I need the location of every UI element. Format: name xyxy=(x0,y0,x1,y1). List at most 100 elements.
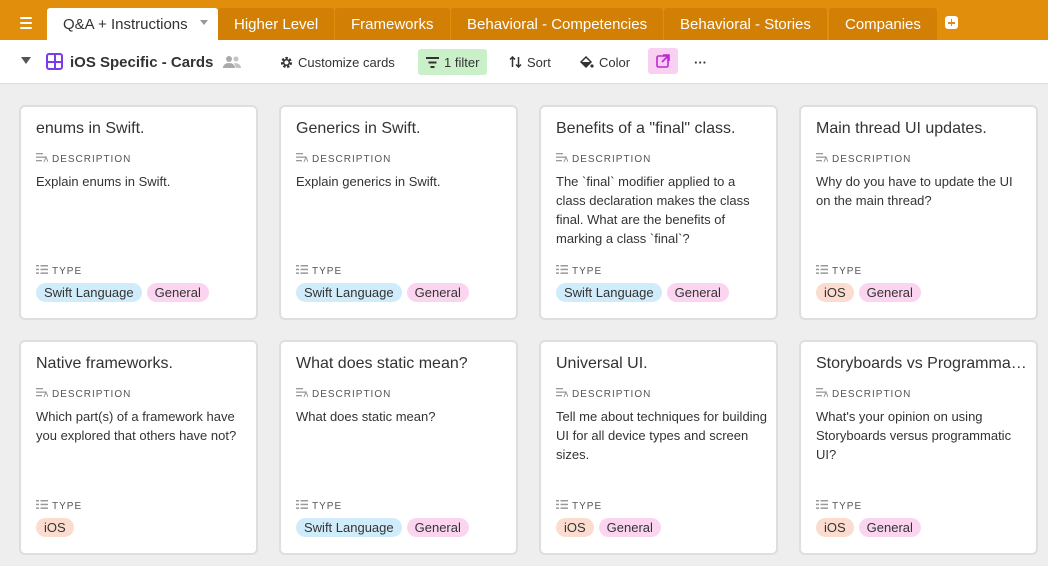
share-view-button[interactable] xyxy=(648,48,678,74)
field-label-text: TYPE xyxy=(312,265,343,277)
card-title: Generics in Swift. xyxy=(296,120,421,137)
field-label-text: DESCRIPTION xyxy=(572,388,652,400)
record-card[interactable]: Generics in Swift. DESCRIPTION Explain gen… xyxy=(279,105,518,320)
field-label-text: TYPE xyxy=(312,500,343,512)
customize-cards-button[interactable]: Customize cards xyxy=(280,40,395,84)
type-tags: iOS General xyxy=(556,518,661,537)
field-label-text: DESCRIPTION xyxy=(312,153,392,165)
more-icon: ··· xyxy=(694,54,707,70)
card-title: enums in Swift. xyxy=(36,120,145,137)
card-description: The `final` modifier applied to a class … xyxy=(556,174,750,246)
filter-label: 1 filter xyxy=(444,54,480,70)
card-title: Main thread UI updates. xyxy=(816,120,987,137)
collaborators-icon[interactable] xyxy=(222,40,242,84)
field-label-text: TYPE xyxy=(572,500,603,512)
paint-bucket-icon xyxy=(579,55,594,68)
type-tags: Swift Language General xyxy=(556,283,729,302)
long-text-icon xyxy=(816,153,832,165)
type-tag: General xyxy=(146,283,209,302)
type-tags: iOS General xyxy=(816,283,921,302)
record-card[interactable]: What does static mean? DESCRIPTION What do… xyxy=(279,340,518,555)
type-tag: iOS xyxy=(36,518,74,537)
tab-companies[interactable]: Companies xyxy=(829,8,937,40)
tab-qa-instructions[interactable]: Q&A + Instructions xyxy=(47,8,218,40)
type-tag: iOS xyxy=(556,518,594,537)
type-field-label: TYPE xyxy=(556,500,602,512)
sort-icon xyxy=(509,56,522,68)
chevron-down-icon[interactable] xyxy=(199,20,208,25)
field-label-text: TYPE xyxy=(832,265,863,277)
type-tag: General xyxy=(666,283,729,302)
more-options-button[interactable]: ··· xyxy=(694,40,707,84)
field-label-text: DESCRIPTION xyxy=(832,153,912,165)
type-field-label: TYPE xyxy=(556,265,602,277)
filter-button[interactable]: 1 filter xyxy=(418,49,488,75)
type-tags: iOS xyxy=(36,518,74,537)
add-tab-icon[interactable] xyxy=(945,16,958,29)
color-button[interactable]: Color xyxy=(579,40,630,84)
field-label-text: DESCRIPTION xyxy=(572,153,652,165)
type-field-label: TYPE xyxy=(816,265,862,277)
type-tags: Swift Language General xyxy=(296,518,469,537)
type-tag: Swift Language xyxy=(36,283,142,302)
view-switcher-chevron-icon[interactable] xyxy=(21,57,31,64)
tab-label: Frameworks xyxy=(351,15,434,33)
view-title: iOS Specific - Cards xyxy=(70,53,214,71)
hamburger-menu-icon[interactable] xyxy=(12,10,40,38)
record-card[interactable]: enums in Swift. DESCRIPTION Explain enums … xyxy=(19,105,258,320)
customize-label: Customize cards xyxy=(298,54,395,70)
type-field-label: TYPE xyxy=(36,500,82,512)
type-field-label: TYPE xyxy=(816,500,862,512)
multi-select-icon xyxy=(36,500,52,512)
field-label-text: DESCRIPTION xyxy=(52,388,132,400)
type-field-label: TYPE xyxy=(296,265,342,277)
multi-select-icon xyxy=(296,265,312,277)
record-card[interactable]: Storyboards vs Programmatic UI. DESCRIPTI… xyxy=(799,340,1038,555)
long-text-icon xyxy=(556,153,572,165)
view-name[interactable]: iOS Specific - Cards xyxy=(70,40,213,84)
type-tag: iOS xyxy=(816,283,854,302)
gear-icon xyxy=(280,56,293,68)
description-field-label: DESCRIPTION xyxy=(296,388,391,400)
tab-behavioral-competencies[interactable]: Behavioral - Competencies xyxy=(451,8,664,40)
view-toolbar: iOS Specific - Cards Customize cards 1 f… xyxy=(0,40,1048,84)
record-card[interactable]: Main thread UI updates. DESCRIPTION Why do… xyxy=(799,105,1038,320)
card-description: Tell me about techniques for building UI… xyxy=(556,409,768,462)
type-tag: General xyxy=(598,518,661,537)
tab-label: Behavioral - Stories xyxy=(680,15,811,33)
tab-frameworks[interactable]: Frameworks xyxy=(335,8,450,40)
description-field-label: DESCRIPTION xyxy=(36,388,131,400)
record-card[interactable]: Native frameworks. DESCRIPTION Which part(… xyxy=(19,340,258,555)
card-title: Native frameworks. xyxy=(36,355,173,372)
field-label-text: TYPE xyxy=(572,265,603,277)
type-tags: Swift Language General xyxy=(296,283,469,302)
sort-label: Sort xyxy=(527,54,551,70)
card-description: Why do you have to update the UI on the … xyxy=(816,174,1013,208)
long-text-icon xyxy=(36,388,52,400)
record-card[interactable]: Universal UI. DESCRIPTION Tell me about te… xyxy=(539,340,778,555)
multi-select-icon xyxy=(36,265,52,277)
card-title: What does static mean? xyxy=(296,355,468,372)
tab-higher-level[interactable]: Higher Level xyxy=(218,8,335,40)
card-description: What's your opinion on using Storyboards… xyxy=(816,409,1012,462)
tab-label: Higher Level xyxy=(234,15,319,33)
tab-label: Behavioral - Competencies xyxy=(467,15,648,33)
multi-select-icon xyxy=(296,500,312,512)
long-text-icon xyxy=(296,388,312,400)
type-tag: General xyxy=(406,283,469,302)
field-label-text: TYPE xyxy=(52,500,83,512)
type-tag: iOS xyxy=(816,518,854,537)
card-title: Storyboards vs Programmatic UI. xyxy=(816,355,1028,372)
record-card[interactable]: Benefits of a "final" class. DESCRIPTION T… xyxy=(539,105,778,320)
field-label-text: DESCRIPTION xyxy=(832,388,912,400)
field-label-text: TYPE xyxy=(832,500,863,512)
card-description: What does static mean? xyxy=(296,409,436,424)
tab-behavioral-stories[interactable]: Behavioral - Stories xyxy=(664,8,827,40)
long-text-icon xyxy=(816,388,832,400)
type-tag: Swift Language xyxy=(296,518,402,537)
type-tag: General xyxy=(858,518,921,537)
multi-select-icon xyxy=(556,500,572,512)
long-text-icon xyxy=(36,153,52,165)
description-field-label: DESCRIPTION xyxy=(816,153,911,165)
sort-button[interactable]: Sort xyxy=(509,40,551,84)
